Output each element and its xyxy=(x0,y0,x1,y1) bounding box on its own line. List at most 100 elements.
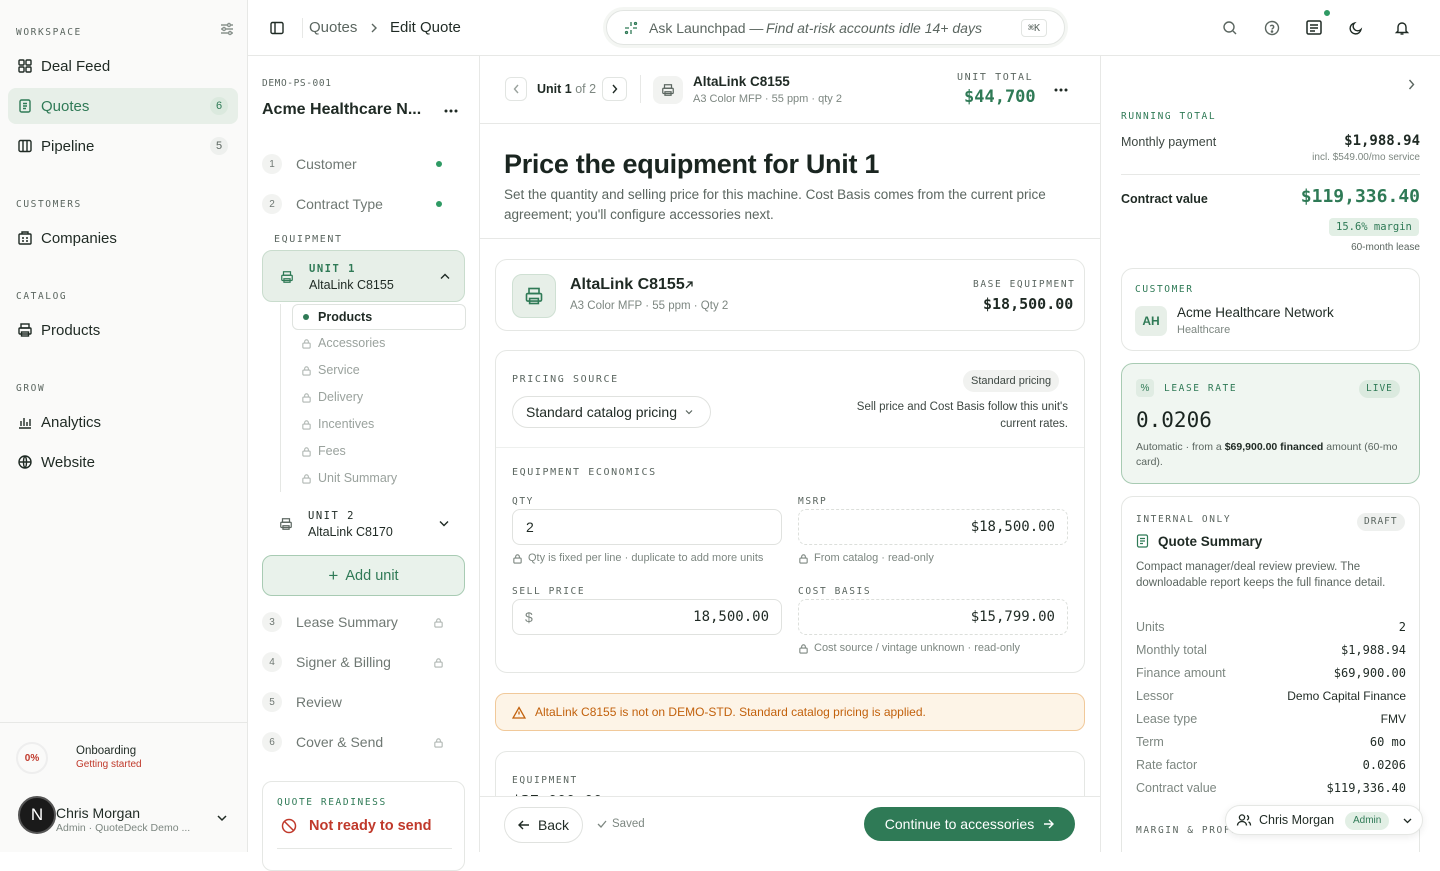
nav-analytics[interactable]: Analytics xyxy=(8,404,238,440)
monthly-payment-label: Monthly payment xyxy=(1121,135,1217,149)
user-chip[interactable]: Chris Morgan Admin xyxy=(1225,805,1423,835)
lease-rate-label: LEASE RATE xyxy=(1164,383,1238,394)
chevron-right-icon[interactable] xyxy=(1408,79,1415,90)
nav-quotes[interactable]: Quotes 6 xyxy=(8,88,238,124)
nav-pipeline[interactable]: Pipeline 5 xyxy=(8,128,238,164)
substep-products[interactable]: Products xyxy=(292,304,466,330)
launchpad-search[interactable]: Ask Launchpad — Find at-risk accounts id… xyxy=(606,10,1065,45)
cost-hint-text: Cost source / vintage unknown · read-onl… xyxy=(814,642,1021,654)
avatar: N xyxy=(18,796,56,834)
page-title: Price the equipment for Unit 1 xyxy=(504,149,880,179)
unit-2-group[interactable]: UNIT 2 AltaLink C8170 xyxy=(262,500,465,548)
step-cover-send[interactable]: 6 Cover & Send xyxy=(262,727,452,757)
building-icon xyxy=(18,231,32,245)
collapse-sidebar-icon[interactable] xyxy=(216,18,238,40)
onboarding-percent: 0% xyxy=(16,742,48,774)
substep-accessories[interactable]: Accessories xyxy=(292,331,464,355)
step-review[interactable]: 5 Review xyxy=(262,687,452,717)
equipment-label: EQUIPMENT xyxy=(274,234,343,245)
substep-label: Accessories xyxy=(318,336,386,350)
bell-icon[interactable] xyxy=(1391,17,1413,39)
qty-value: 2 xyxy=(526,519,534,535)
quote-readiness-card[interactable]: QUOTE READINESS Not ready to send xyxy=(262,781,465,871)
more-icon[interactable] xyxy=(440,100,462,122)
service-note: incl. $549.00/mo service xyxy=(1312,152,1420,163)
user-menu[interactable]: N Chris Morgan Admin · QuoteDeck Demo ..… xyxy=(18,796,238,836)
substep-service[interactable]: Service xyxy=(292,358,464,382)
toggle-sidebar-icon[interactable] xyxy=(266,17,288,39)
equipment-summary-label: EQUIPMENT xyxy=(512,775,578,786)
row-value: FMV xyxy=(1380,712,1406,726)
document-icon xyxy=(19,99,31,113)
user-name: Chris Morgan xyxy=(56,805,141,821)
unit-1-group[interactable]: UNIT 1 AltaLink C8155 xyxy=(262,250,465,302)
notes-icon[interactable] xyxy=(1303,16,1325,38)
nav-label: Products xyxy=(41,321,101,339)
lock-icon xyxy=(513,553,522,564)
nav-website[interactable]: Website xyxy=(8,444,238,480)
unit-model: AltaLink C8170 xyxy=(308,525,393,539)
lock-icon xyxy=(302,365,311,376)
pricing-badge: Standard pricing xyxy=(963,370,1060,392)
unit-label: UNIT 2 xyxy=(308,510,355,522)
substep-incentives[interactable]: Incentives xyxy=(292,412,464,436)
row-key: Term xyxy=(1136,735,1164,749)
help-icon[interactable] xyxy=(1261,17,1283,39)
moon-icon[interactable] xyxy=(1345,17,1367,39)
row-value: Demo Capital Finance xyxy=(1287,689,1406,703)
nav-companies[interactable]: Companies xyxy=(8,220,238,256)
msrp-value: $18,500.00 xyxy=(970,519,1055,535)
step-lease-summary[interactable]: 3 Lease Summary xyxy=(262,607,452,637)
topbar: Quotes Edit Quote Ask Launchpad — Find a… xyxy=(248,0,1440,56)
search-icon[interactable] xyxy=(1219,17,1241,39)
customers-label: CUSTOMERS xyxy=(16,199,82,210)
readiness-status: Not ready to send xyxy=(309,818,432,834)
sell-price-input[interactable]: $ 18,500.00 xyxy=(512,599,782,635)
product-card: AltaLink C8155 A3 Color MFP · 55 ppm · Q… xyxy=(495,259,1085,331)
substep-delivery[interactable]: Delivery xyxy=(292,385,464,409)
nav-deal-feed[interactable]: Deal Feed xyxy=(8,48,238,84)
unit-header: Unit 1 of 2 AltaLink C8155 A3 Color MFP … xyxy=(480,56,1100,124)
row-value: 60 mo xyxy=(1369,735,1406,749)
more-icon[interactable] xyxy=(1050,79,1072,101)
back-button[interactable]: Back xyxy=(504,807,583,843)
cost-basis-field: $15,799.00 xyxy=(798,599,1068,635)
qty-input[interactable]: 2 xyxy=(512,509,782,545)
breadcrumb-quotes[interactable]: Quotes xyxy=(309,19,357,36)
next-unit-button[interactable] xyxy=(602,77,627,101)
add-unit-button[interactable]: + Add unit xyxy=(262,555,465,596)
step-signer-billing[interactable]: 4 Signer & Billing xyxy=(262,647,452,677)
customer-card[interactable]: CUSTOMER AH Acme Healthcare Network Heal… xyxy=(1121,268,1420,351)
summary-row: Term 60 mo xyxy=(1136,735,1406,749)
arrow-right-icon xyxy=(1044,819,1055,829)
row-key: Contract value xyxy=(1136,781,1217,795)
lease-rate-value: 0.0206 xyxy=(1136,408,1212,432)
substep-fees[interactable]: Fees xyxy=(292,439,464,463)
percent-icon: % xyxy=(1136,379,1154,397)
onboarding-widget[interactable]: 0% Onboarding Getting started xyxy=(16,740,216,776)
header-product-name: AltaLink C8155 xyxy=(693,74,790,89)
step-contract-type[interactable]: 2 Contract Type xyxy=(262,189,452,219)
continue-label: Continue to accessories xyxy=(884,816,1035,832)
pricing-source-select[interactable]: Standard catalog pricing xyxy=(512,396,711,428)
quote-steps-panel: DEMO-PS-001 Acme Healthcare N... 1 Custo… xyxy=(248,56,480,871)
chevron-left-icon xyxy=(513,84,519,94)
row-value: 2 xyxy=(1398,620,1406,634)
substep-label: Unit Summary xyxy=(318,471,398,485)
lock-icon xyxy=(434,737,443,748)
nav-products[interactable]: Products xyxy=(8,312,238,348)
step-customer[interactable]: 1 Customer xyxy=(262,149,452,179)
printer-icon xyxy=(653,76,683,104)
row-value: $119,336.40 xyxy=(1326,781,1406,795)
cost-hint: Cost source / vintage unknown · read-onl… xyxy=(798,642,1020,654)
continue-button[interactable]: Continue to accessories xyxy=(864,807,1075,841)
step-label: Customer xyxy=(296,156,357,172)
lease-rate-note: Automatic · from a $69,900.00 financed a… xyxy=(1136,440,1408,470)
prev-unit-button[interactable] xyxy=(505,77,527,101)
role-badge: Admin xyxy=(1345,812,1390,830)
unit-prefix: Unit xyxy=(537,82,562,96)
external-link-icon[interactable] xyxy=(684,280,694,290)
lock-icon xyxy=(302,392,311,403)
quotes-count: 6 xyxy=(210,97,228,115)
substep-unit-summary[interactable]: Unit Summary xyxy=(292,466,464,490)
